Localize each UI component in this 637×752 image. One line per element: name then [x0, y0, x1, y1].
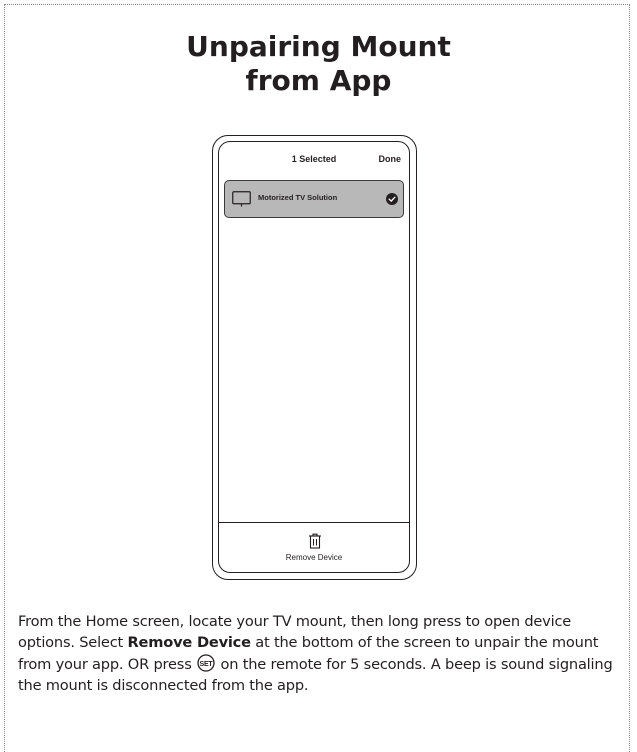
phone-screen: 1 Selected Done Motorized TV Solution Re…: [218, 141, 410, 573]
title-line-2: from App: [245, 64, 392, 97]
remove-device-label: Remove Device: [285, 553, 343, 562]
phone-illustration: 1 Selected Done Motorized TV Solution Re…: [212, 135, 417, 580]
device-name: Motorized TV Solution: [258, 193, 338, 202]
remove-device-term: Remove Device: [127, 634, 252, 652]
remove-device-button[interactable]: Remove Device: [219, 522, 409, 572]
title-line-1: Unpairing Mount: [186, 30, 451, 63]
trash-icon: [309, 533, 321, 549]
set-button-label: SET: [200, 660, 214, 667]
device-list-item[interactable]: Motorized TV Solution: [224, 180, 404, 218]
tv-icon: [232, 191, 251, 207]
checkmark-circle-icon: [386, 193, 398, 205]
instructions-paragraph: From the Home screen, locate your TV mou…: [18, 611, 628, 696]
page-title: Unpairing Mount from App: [0, 30, 637, 98]
app-topbar: 1 Selected Done: [219, 142, 409, 178]
set-button-icon: SET: [197, 653, 215, 672]
done-button[interactable]: Done: [379, 154, 402, 164]
